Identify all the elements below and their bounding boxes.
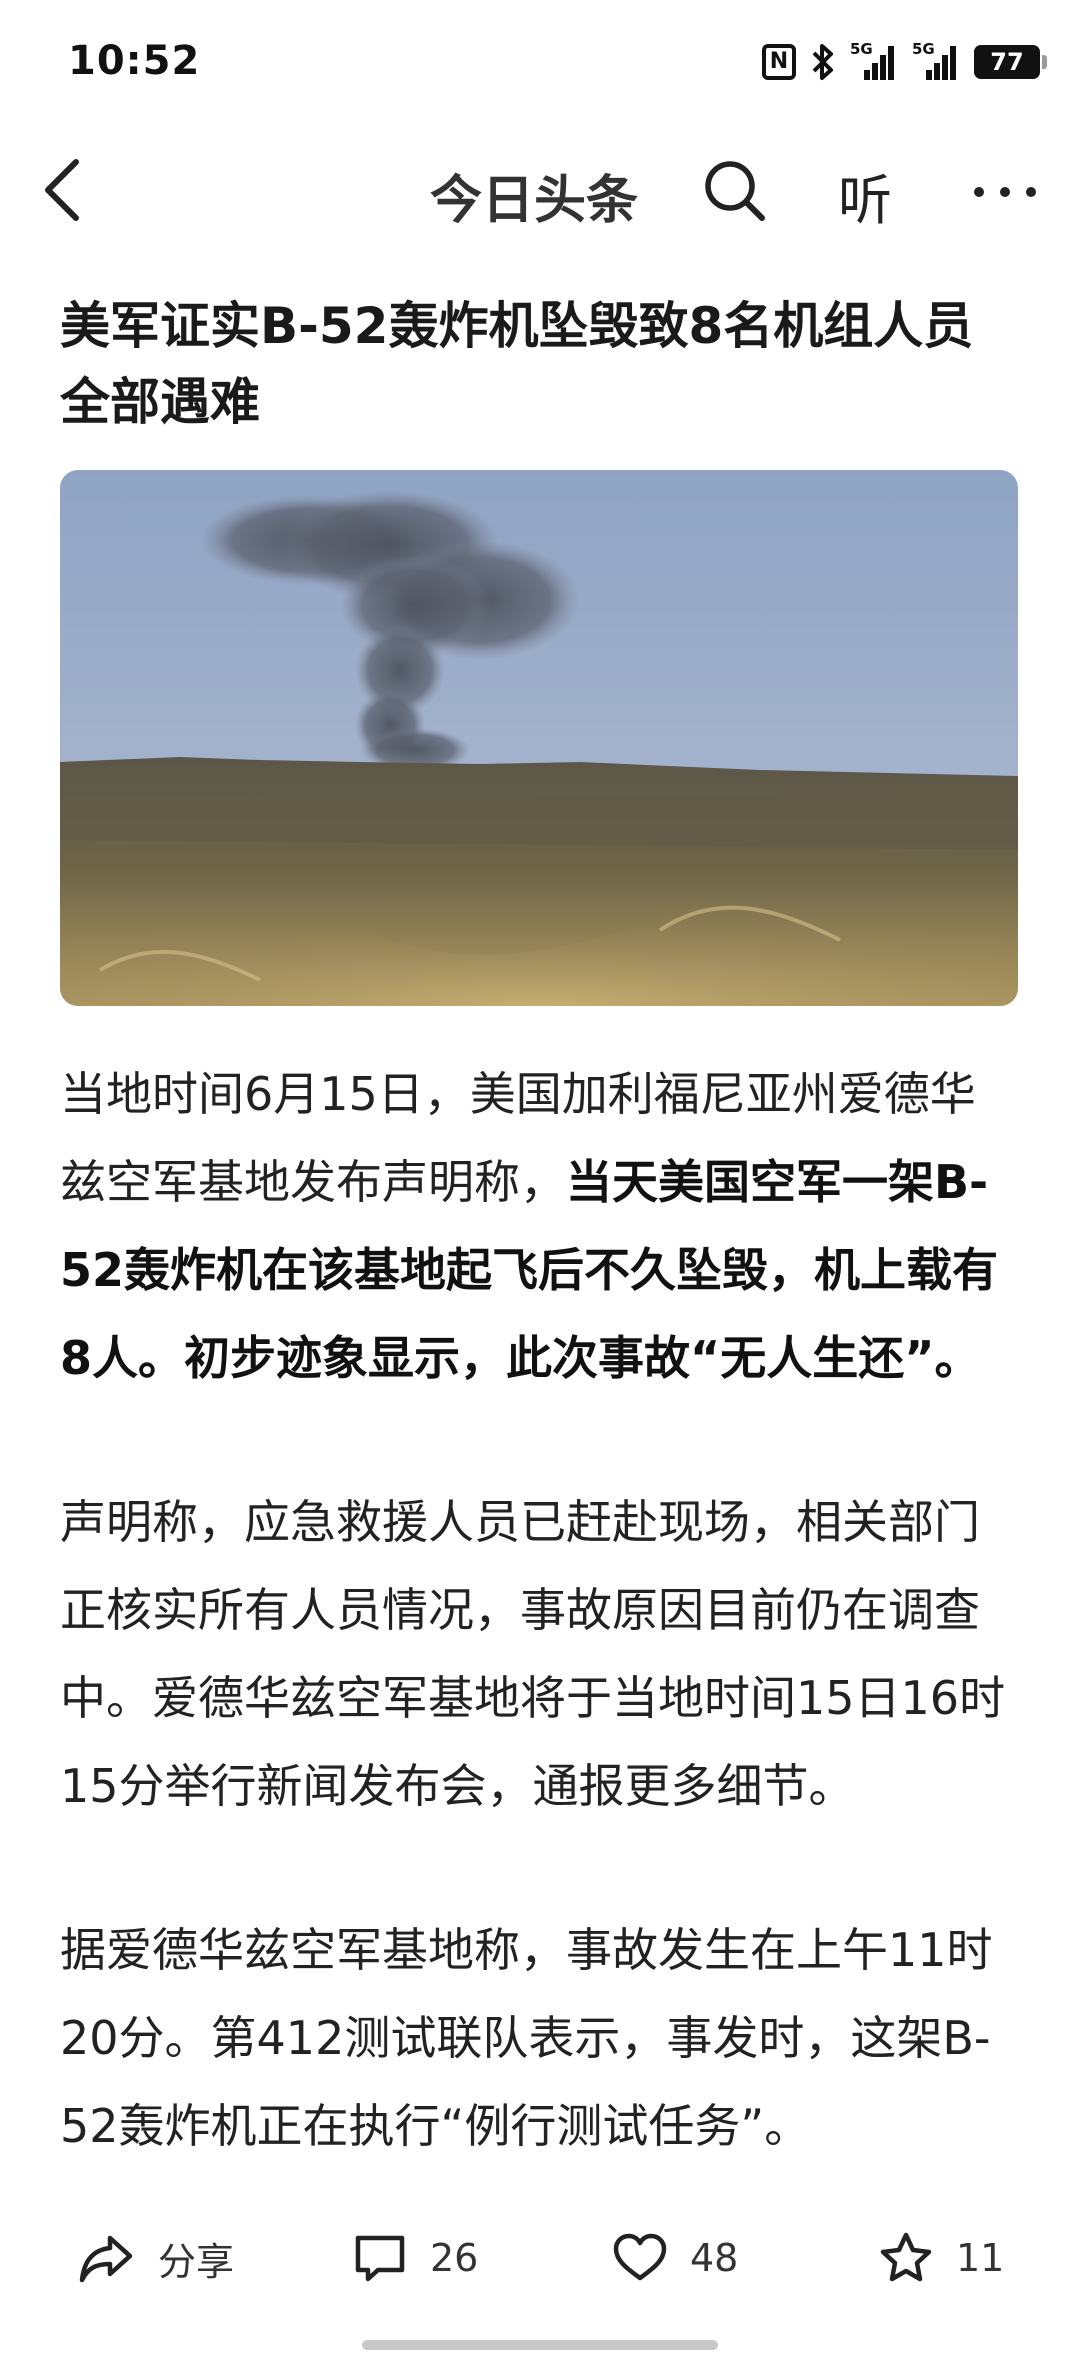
cellular-signal-1-icon: 5G [850, 40, 898, 82]
app-title: 今日头条 [430, 171, 639, 231]
star-icon [880, 2232, 932, 2282]
article-paragraph-2: 声明称，应急救援人员已赶赴现场，相关部门正核实所有人员情况，事故原因目前仍在调查… [60, 1495, 1006, 1813]
battery-indicator: 77 [974, 45, 1047, 79]
like-button[interactable]: 48 [612, 2218, 738, 2298]
article-title: 美军证实B-52轰炸机坠毁致8名机组人员全部遇难 [60, 297, 974, 431]
cellular-signal-2-icon: 5G [912, 40, 960, 82]
comment-count: 26 [430, 2236, 479, 2280]
article-paragraph-1: 当地时间6月15日，美国加利福尼亚州爱德华兹空军基地发布声明称，当天美国空军一架… [60, 1050, 1020, 1402]
search-button[interactable] [700, 156, 770, 226]
comment-button[interactable]: 26 [352, 2218, 478, 2298]
chevron-left-icon [45, 159, 79, 221]
more-button[interactable] [965, 160, 1045, 220]
more-dots-icon [974, 187, 1036, 197]
search-icon [705, 161, 765, 221]
nfc-icon: N [762, 44, 796, 80]
status-bar: 10:52 N 5G 5G 77 [0, 0, 1080, 120]
bluetooth-icon [810, 42, 836, 82]
share-button[interactable]: 分享 [76, 2218, 234, 2298]
signal-1-label: 5G [850, 40, 873, 58]
top-nav: 今日头条 听 [0, 130, 1080, 250]
share-label: 分享 [158, 2239, 235, 2284]
favorite-button[interactable]: 11 [878, 2218, 1004, 2298]
favorite-count: 11 [956, 2236, 1005, 2280]
status-time: 10:52 [68, 38, 201, 84]
heart-icon [613, 2233, 667, 2281]
listen-button[interactable]: 听 [838, 156, 892, 235]
home-indicator[interactable] [362, 2340, 718, 2350]
article-paragraph-3: 据爱德华兹空军基地称，事故发生在上午11时20分。第412测试联队表示，事发时，… [60, 1923, 993, 2153]
share-arrow-icon [79, 2235, 133, 2283]
status-icons: N 5G 5G 77 [762, 40, 1047, 84]
comment-bubble-icon [355, 2235, 405, 2282]
action-bar: 分享 26 48 11 [0, 2218, 1080, 2298]
article-image[interactable] [60, 470, 1018, 1006]
signal-2-label: 5G [912, 40, 935, 58]
like-count: 48 [690, 2236, 739, 2280]
back-button[interactable] [30, 152, 100, 228]
